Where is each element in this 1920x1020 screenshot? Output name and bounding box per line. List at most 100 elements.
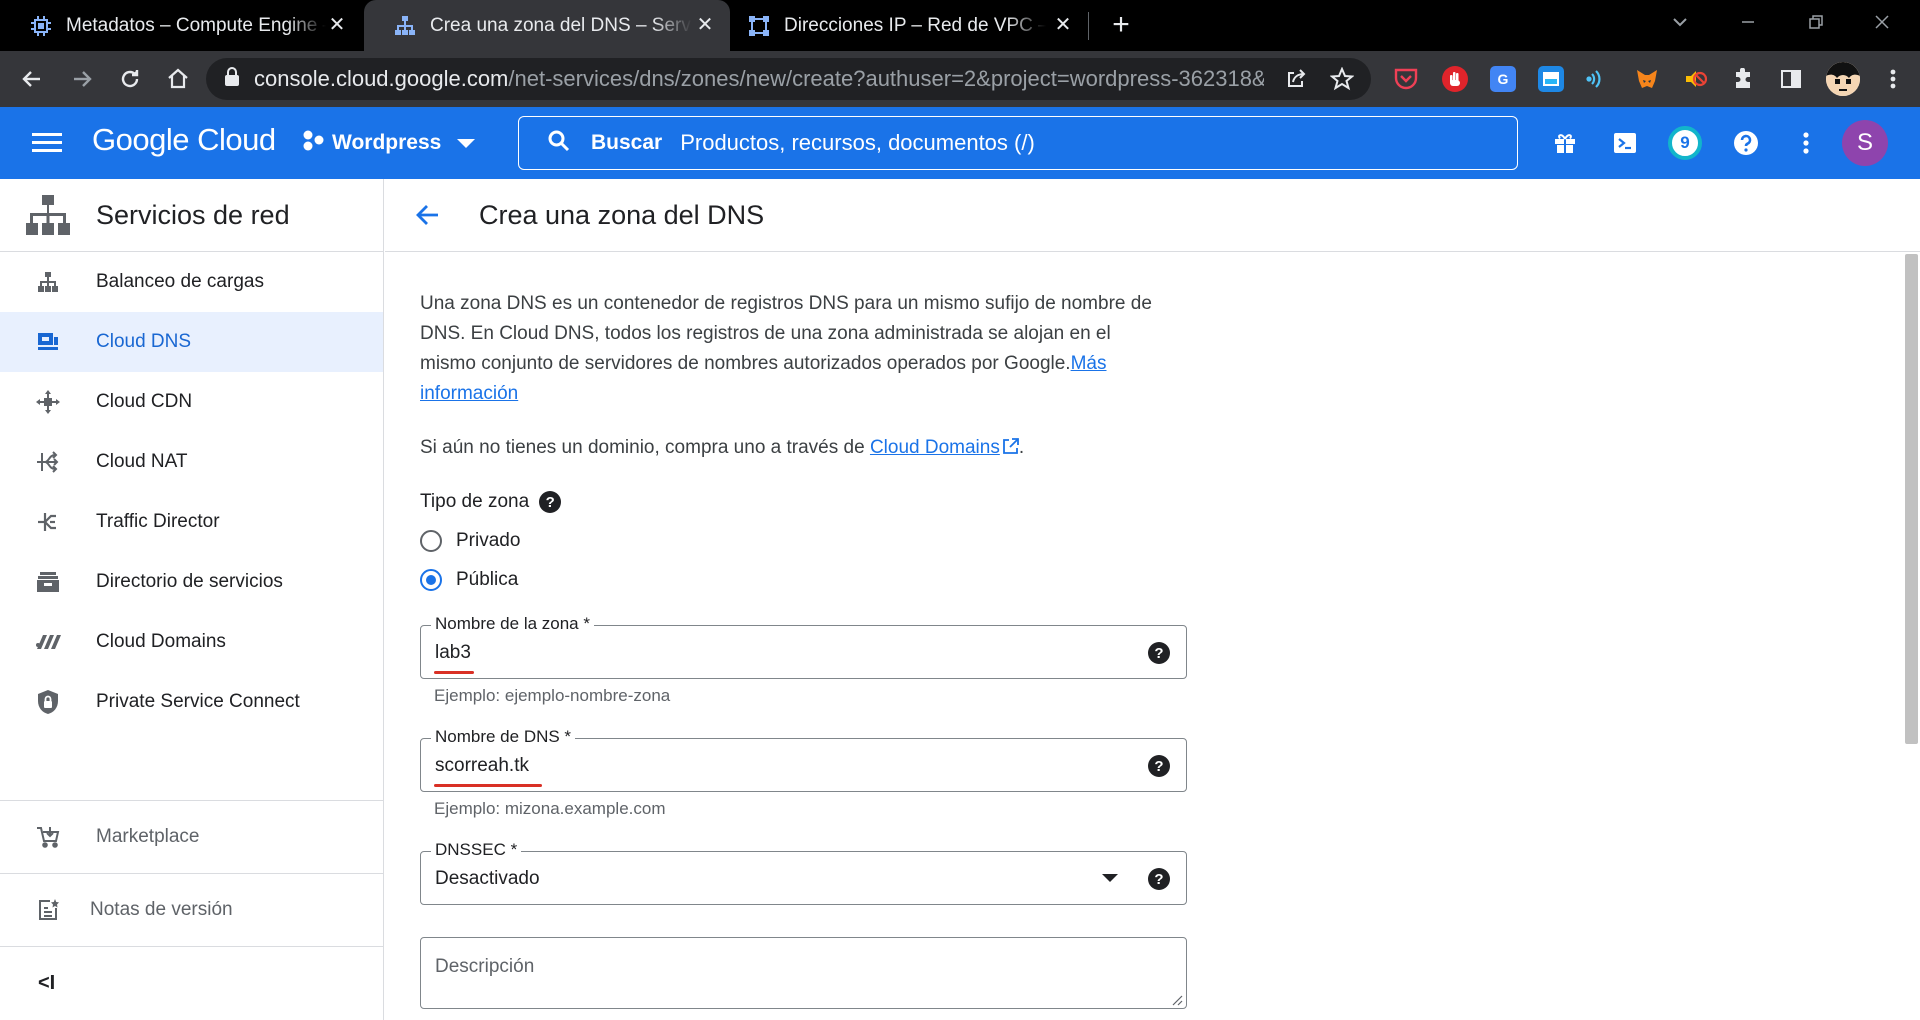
restore-window-button[interactable] [1796,8,1836,40]
zone-type-radio-group: Privado Pública [420,521,1220,599]
dns-name-input[interactable]: scorreah.tk [435,755,529,777]
sidebar-item-load-balancing[interactable]: Balanceo de cargas [0,252,383,312]
minimize-window-button[interactable] [1728,8,1768,40]
sidebar-item-label: Cloud DNS [96,331,192,352]
load-balancing-icon [34,268,62,296]
help-icon[interactable]: ? [1148,755,1170,777]
help-icon[interactable]: ? [1148,642,1170,664]
back-arrow-icon[interactable] [16,63,48,95]
resize-handle-icon[interactable] [1171,993,1183,1006]
sidebar-item-label: Directorio de servicios [96,571,283,592]
chevron-down-icon [457,138,476,148]
description-group: Descripción [420,937,1220,1009]
reload-icon[interactable] [114,63,146,95]
page-scrollbar[interactable] [1905,254,1918,744]
extensions-puzzle-icon[interactable] [1730,66,1756,92]
tab-title: Metadatos – Compute Engine – W [66,14,326,36]
screen-capture-extension-icon[interactable] [1538,66,1564,92]
sidebar-item-traffic-director[interactable]: Traffic Director [0,492,383,552]
dnssec-select[interactable]: DNSSEC * Desactivado ? [420,840,1187,905]
cloud-domains-link[interactable]: Cloud Domains [870,437,1000,458]
home-icon[interactable] [162,63,194,95]
bookmark-star-icon[interactable] [1330,67,1354,91]
browser-tab-metadata[interactable]: Metadatos – Compute Engine – W ✕ [0,0,362,51]
page-header: Crea una zona del DNS [385,179,1920,252]
adblock-extension-icon[interactable] [1442,66,1468,92]
volume-muted-extension-icon[interactable] [1682,66,1708,92]
zone-name-input[interactable]: lab3 [435,642,471,664]
chrome-menu-icon[interactable] [1880,66,1906,92]
sidebar-item-cloud-dns[interactable]: Cloud DNS [0,312,383,372]
browser-tab-dns-zone[interactable]: Crea una zona del DNS – Servicio ✕ [364,0,730,51]
cloud-cdn-icon [34,388,62,416]
metamask-fox-icon[interactable] [1634,66,1660,92]
sidebar-item-service-directory[interactable]: Directorio de servicios [0,552,383,612]
share-icon[interactable] [1284,67,1308,91]
sidebar-item-label: Private Service Connect [96,691,300,712]
notifications-badge[interactable]: 9 [1668,126,1702,160]
close-tab-icon[interactable]: ✕ [326,14,348,36]
address-bar[interactable]: console.cloud.google.com/net-services/dn… [206,58,1371,100]
field-label: Nombre de DNS * [431,727,576,747]
sidebar-item-cloud-nat[interactable]: Cloud NAT [0,432,383,492]
dnssec-selected-value: Desactivado [435,868,540,889]
dropdown-arrow-icon[interactable] [1102,874,1118,882]
gift-icon[interactable] [1552,130,1578,156]
close-tab-icon[interactable]: ✕ [694,14,716,36]
sidebar-item-label: Marketplace [96,826,200,847]
search-button-label[interactable]: Buscar [591,131,662,155]
zone-type-label: Tipo de zona ? [420,491,1220,513]
help-icon[interactable]: ? [1148,868,1170,890]
radio-public[interactable]: Pública [420,560,1220,599]
project-name: Wordpress [332,131,442,154]
zone-name-group: Nombre de la zona * lab3 ? Ejemplo: ejem… [420,614,1220,718]
help-icon[interactable] [1733,130,1759,156]
collapse-icon: <I [38,971,56,994]
sidebar-item-release-notes[interactable]: Notas de versión [0,873,383,946]
close-window-button[interactable] [1862,8,1902,40]
browser-tab-ip-addresses[interactable]: Direcciones IP – Red de VPC – W ✕ [718,0,1088,51]
radio-button[interactable] [420,529,442,552]
sidebar-item-private-service-connect[interactable]: Private Service Connect [0,672,383,732]
description-placeholder: Descripción [435,956,535,977]
project-selector[interactable]: Wordpress [302,129,476,157]
forward-arrow-icon[interactable] [66,63,98,95]
search-placeholder: Productos, recursos, documentos (/) [680,130,1035,155]
pocket-extension-icon[interactable] [1393,66,1419,92]
search-bar[interactable]: Buscar Productos, recursos, documentos (… [518,116,1518,170]
sidebar-header: Servicios de red [0,179,383,252]
back-arrow-icon[interactable] [415,200,445,230]
help-icon[interactable]: ? [539,491,562,513]
sidebar-item-cloud-cdn[interactable]: Cloud CDN [0,372,383,432]
sidebar-item-cloud-domains[interactable]: Cloud Domains [0,612,383,672]
wifi-cast-extension-icon[interactable] [1584,66,1610,92]
account-avatar[interactable]: S [1842,120,1888,166]
cloud-domains-icon [34,628,62,656]
sidebar: Servicios de red Balanceo de cargas Clou… [0,179,384,1020]
cloud-shell-icon[interactable] [1612,130,1638,156]
domains-paragraph: Si aún no tienes un dominio, compra uno … [420,433,1220,465]
google-cloud-logo[interactable]: Google Cloud [92,122,276,158]
zone-name-field[interactable]: Nombre de la zona * lab3 ? [420,614,1187,679]
radio-button-checked[interactable] [420,568,442,591]
sidebar-item-marketplace[interactable]: Marketplace [0,800,383,873]
tab-search-icon[interactable] [1660,8,1700,40]
google-translate-extension-icon[interactable]: G [1490,66,1516,92]
main-menu-icon[interactable] [32,129,62,157]
field-label: DNSSEC * [431,840,522,860]
radio-private[interactable]: Privado [420,521,1220,560]
page-title: Crea una zona del DNS [479,199,765,230]
description-textarea[interactable]: Descripción [420,937,1187,1009]
new-tab-button[interactable]: + [1105,10,1137,42]
vpc-network-icon [748,15,770,37]
collapse-sidebar-button[interactable]: <I [0,946,383,1019]
marketplace-cart-icon [34,823,62,851]
profile-avatar-icon[interactable] [1826,62,1860,96]
more-vert-icon[interactable] [1793,130,1819,156]
search-icon [547,129,571,158]
side-panel-icon[interactable] [1778,66,1804,92]
sidebar-item-label: Balanceo de cargas [96,271,264,292]
close-tab-icon[interactable]: ✕ [1052,14,1074,36]
dns-name-field[interactable]: Nombre de DNS * scorreah.tk ? [420,727,1187,792]
tab-title: Direcciones IP – Red de VPC – W [784,14,1046,36]
